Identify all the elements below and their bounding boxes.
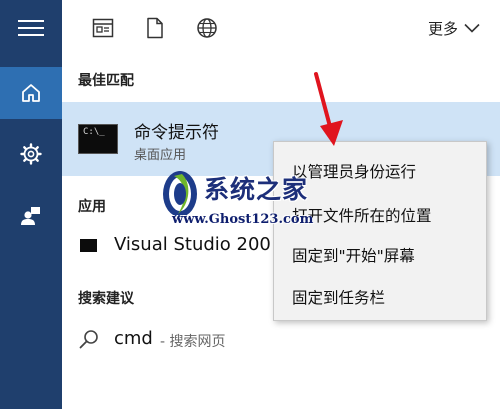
hamburger-menu-icon xyxy=(18,20,44,36)
more-filters-dropdown[interactable]: 更多 xyxy=(428,14,480,42)
documents-filter-button[interactable] xyxy=(142,15,168,41)
search-suggestion-item[interactable]: cmd - 搜索网页 xyxy=(62,320,500,360)
gear-icon xyxy=(20,143,42,165)
user-icon xyxy=(21,207,40,225)
console-icon xyxy=(80,239,97,252)
chevron-down-icon xyxy=(464,23,480,33)
home-icon xyxy=(22,84,40,102)
annotation-arrow xyxy=(314,72,343,146)
console-icon: C:\_ xyxy=(78,124,118,154)
watermark: 系统之家 www.Ghost123.com xyxy=(160,168,340,246)
user-button[interactable] xyxy=(0,190,62,242)
menu-item-pin-to-start[interactable]: 固定到"开始"屏幕 xyxy=(292,244,415,266)
watermark-url: www.Ghost123.com xyxy=(172,212,314,227)
hamburger-menu-button[interactable] xyxy=(0,2,62,54)
apps-heading: 应用 xyxy=(78,199,106,215)
search-suggestions-heading: 搜索建议 xyxy=(78,291,134,307)
web-filter-button[interactable] xyxy=(194,15,220,41)
apps-filter-button[interactable] xyxy=(90,15,116,41)
search-icon xyxy=(79,330,98,349)
watermark-title: 系统之家 xyxy=(204,175,309,204)
page-icon xyxy=(147,17,163,39)
suggestion-query: cmd xyxy=(114,328,153,349)
home-button[interactable] xyxy=(0,67,62,119)
suggestion-suffix: - 搜索网页 xyxy=(160,334,226,350)
search-toolbar: 更多 xyxy=(62,0,500,58)
best-match-title: 命令提示符 xyxy=(134,123,219,143)
more-label: 更多 xyxy=(428,19,459,38)
best-match-subtitle: 桌面应用 xyxy=(134,148,187,163)
menu-item-pin-to-taskbar[interactable]: 固定到任务栏 xyxy=(292,286,385,308)
globe-icon xyxy=(197,18,217,38)
document-icon xyxy=(92,18,114,38)
start-left-rail xyxy=(0,0,62,409)
settings-button[interactable] xyxy=(0,128,62,180)
best-match-heading: 最佳匹配 xyxy=(78,73,134,89)
